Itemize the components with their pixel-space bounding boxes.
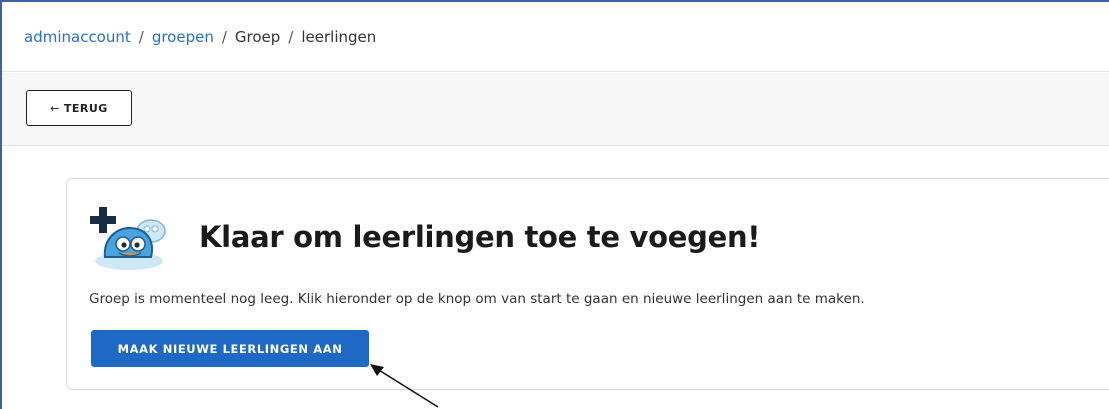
breadcrumb-separator: / xyxy=(138,27,144,46)
breadcrumb-separator: / xyxy=(221,27,227,46)
breadcrumb-item-adminaccount[interactable]: adminaccount xyxy=(24,28,131,46)
toolbar: ← TERUG xyxy=(2,73,1109,146)
breadcrumb-separator: / xyxy=(288,27,294,46)
empty-state-title: Klaar om leerlingen toe te voegen! xyxy=(199,220,761,254)
breadcrumb-item-groepen[interactable]: groepen xyxy=(152,28,214,46)
create-students-button[interactable]: MAAK NIEUWE LEERLINGEN AAN xyxy=(91,330,369,367)
breadcrumb-item-groep: Groep xyxy=(234,27,281,46)
empty-state-card: Klaar om leerlingen toe te voegen! Groep… xyxy=(66,178,1109,390)
empty-state-header: Klaar om leerlingen toe te voegen! xyxy=(89,201,1109,273)
empty-state-description: Groep is momenteel nog leeg. Klik hieron… xyxy=(89,291,865,307)
back-button[interactable]: ← TERUG xyxy=(26,90,132,126)
breadcrumb: adminaccount / groepen / Groep / leerlin… xyxy=(2,2,1109,72)
breadcrumb-item-leerlingen: leerlingen xyxy=(301,27,377,46)
back-button-label: TERUG xyxy=(63,101,108,115)
arrow-left-icon: ← xyxy=(50,101,60,115)
mascot-add-icon xyxy=(90,207,166,270)
